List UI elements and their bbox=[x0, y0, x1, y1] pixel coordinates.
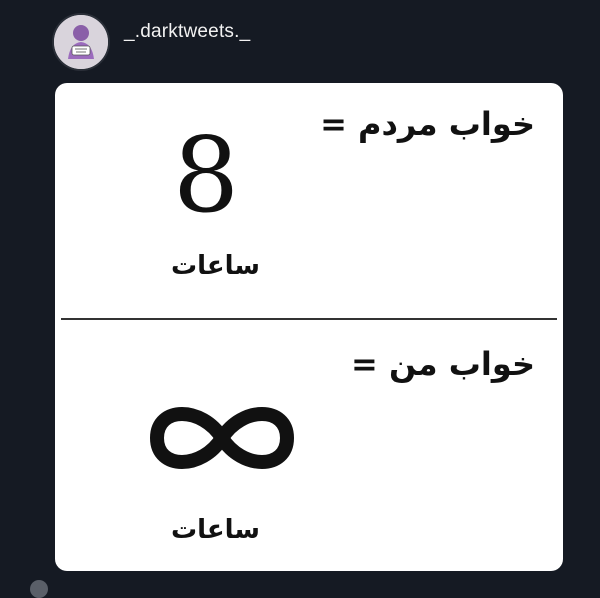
tweet-screenshot: { "post": { "username": "_.darktweets._"… bbox=[0, 0, 600, 598]
top-value: 8 bbox=[173, 114, 240, 236]
next-post-avatar[interactable] bbox=[30, 580, 48, 598]
infinity-icon bbox=[147, 388, 297, 492]
bottom-caption: خواب من = bbox=[351, 345, 535, 383]
post-header: _.darktweets._ bbox=[52, 12, 250, 72]
bottom-unit: ساعات bbox=[171, 515, 260, 545]
divider bbox=[61, 318, 557, 320]
top-caption: خواب مردم = bbox=[320, 105, 535, 143]
username[interactable]: _.darktweets._ bbox=[124, 21, 250, 43]
avatar-icon bbox=[54, 15, 108, 69]
top-unit: ساعات bbox=[171, 251, 260, 281]
avatar[interactable] bbox=[52, 13, 110, 71]
meme-image: خواب مردم = 8 ساعات خواب من = ساعات bbox=[55, 83, 563, 571]
